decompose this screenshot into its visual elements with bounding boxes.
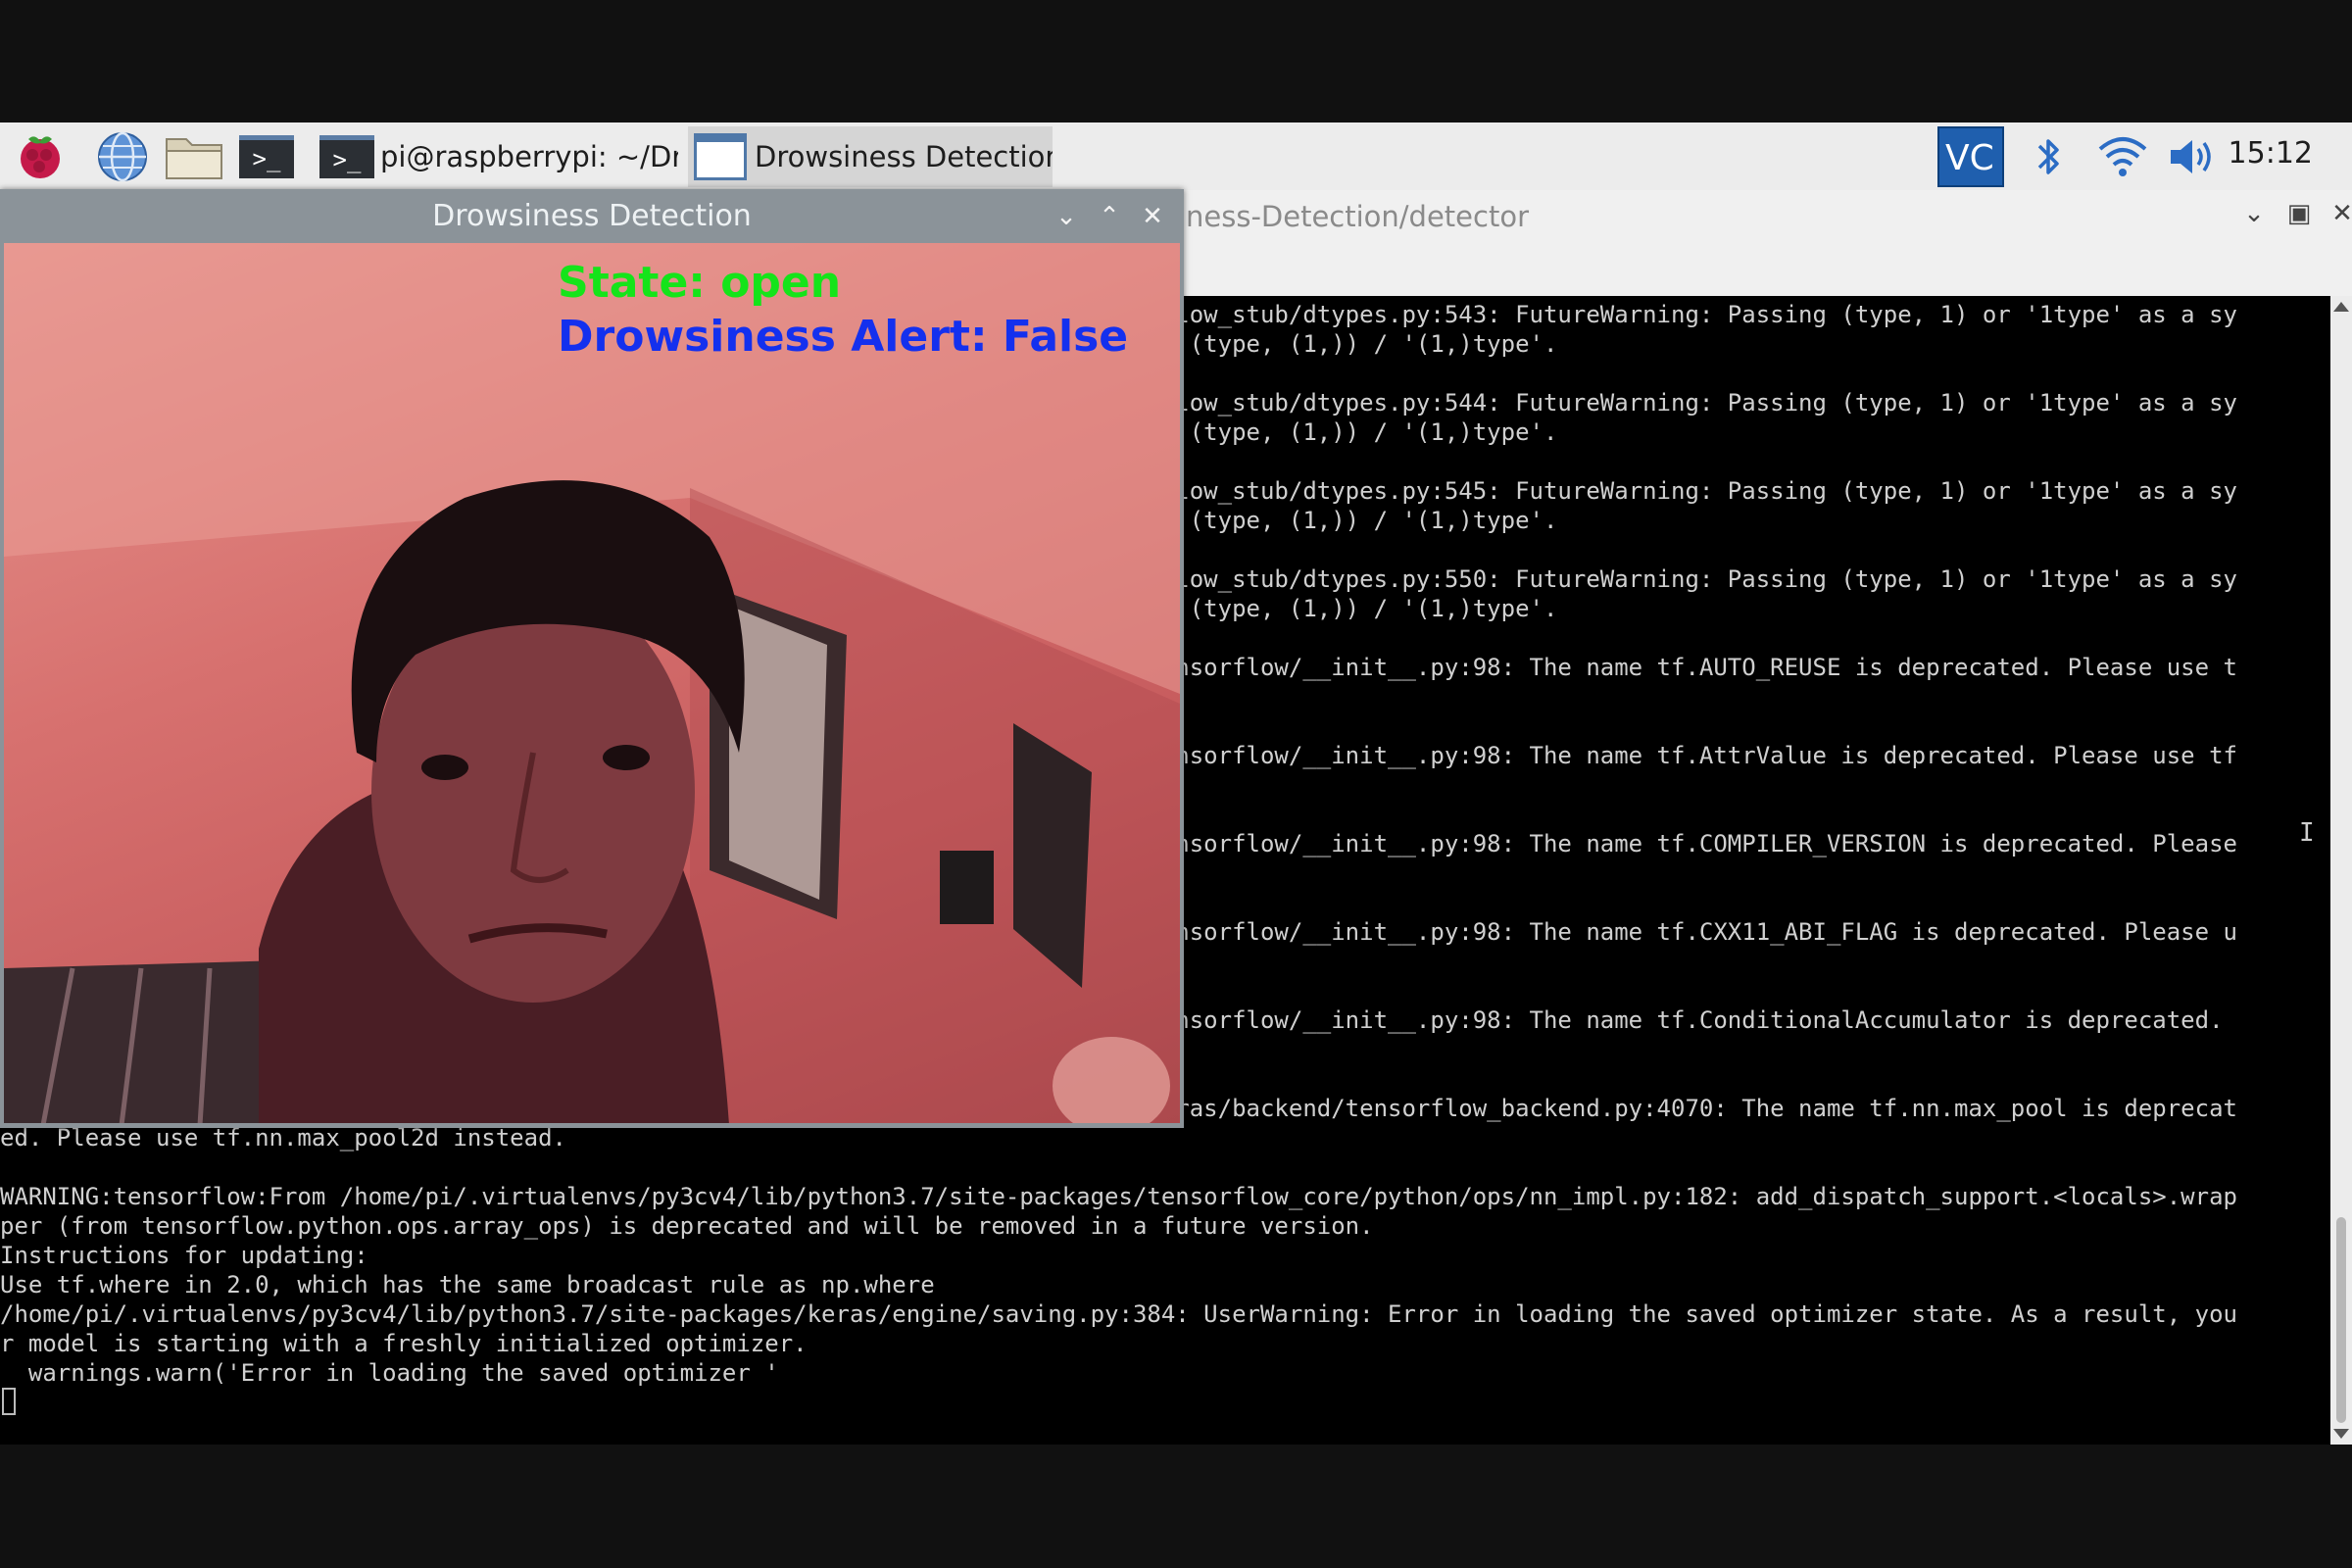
raspberry-menu-icon[interactable] [10,128,71,184]
drowsiness-window: Drowsiness Detection ⌄ ⌃ ✕ State: open D… [0,189,1184,1128]
camera-feed: State: open Drowsiness Alert: False [4,243,1180,1123]
terminal-line: /home/pi/.virtualenvs/py3cv4/lib/python3… [0,1300,2237,1328]
taskbar-item-terminal-label: pi@raspberrypi: ~/Dr... [380,140,678,173]
terminal-line: Use tf.where in 2.0, which has the same … [0,1271,935,1298]
terminal-icon[interactable]: >_ [235,128,298,184]
bluetooth-icon[interactable] [2029,128,2068,184]
terminal-menubar [1166,241,2352,296]
eye-state-label: State: open [558,258,842,308]
taskbar-item-terminal[interactable]: >_ pi@raspberrypi: ~/Dr... [316,126,678,187]
terminal-titlebar[interactable]: ness-Detection/detector ⌄ ▣ ✕ [1166,190,2352,241]
taskbar-item-drowsiness-label: Drowsiness Detection [755,140,1053,173]
taskbar-clock[interactable]: 15:12 [2229,136,2313,171]
taskbar: >_ >_ pi@raspberrypi: ~/Dr... Drowsiness… [0,122,2352,191]
terminal-scrollbar[interactable] [2330,296,2352,1445]
drowsiness-titlebar[interactable]: Drowsiness Detection ⌄ ⌃ ✕ [0,189,1184,243]
terminal-line: warnings.warn('Error in loading the save… [0,1359,779,1387]
wifi-icon[interactable] [2095,128,2150,184]
terminal-line: Instructions for updating: [0,1242,368,1269]
scroll-up-arrow-icon[interactable] [2333,302,2349,312]
scroll-down-arrow-icon[interactable] [2333,1429,2349,1439]
terminal-line: WARNING:tensorflow:From /home/pi/.virtua… [0,1183,2237,1210]
drowsiness-window-title: Drowsiness Detection [432,199,752,233]
svg-text:VC: VC [1945,138,1994,178]
window-task-icon [694,133,747,180]
maximize-icon[interactable]: ⌃ [1092,199,1127,234]
terminal-window-title: ness-Detection/detector [1186,200,1529,233]
close-icon[interactable]: ✕ [1135,199,1170,234]
taskbar-item-drowsiness[interactable]: Drowsiness Detection [688,126,1053,187]
camera-scene-image [4,243,1180,1123]
vnc-icon[interactable]: VC [1936,125,2005,187]
terminal-cursor [2,1388,16,1415]
drowsiness-alert-label: Drowsiness Alert: False [558,312,1129,362]
text-cursor-icon: I [2299,818,2315,848]
terminal-task-icon: >_ [319,135,374,178]
file-manager-icon[interactable] [163,128,225,184]
terminal-line: per (from tensorflow.python.ops.array_op… [0,1212,1374,1240]
minimize-icon[interactable]: ⌄ [2236,196,2272,231]
scroll-thumb[interactable] [2336,1217,2346,1423]
minimize-icon[interactable]: ⌄ [1049,199,1084,234]
browser-icon[interactable] [92,128,153,184]
maximize-icon[interactable]: ▣ [2281,196,2317,231]
close-icon[interactable]: ✕ [2325,196,2352,231]
volume-icon[interactable] [2164,128,2219,184]
terminal-line: r model is starting with a freshly initi… [0,1330,808,1357]
